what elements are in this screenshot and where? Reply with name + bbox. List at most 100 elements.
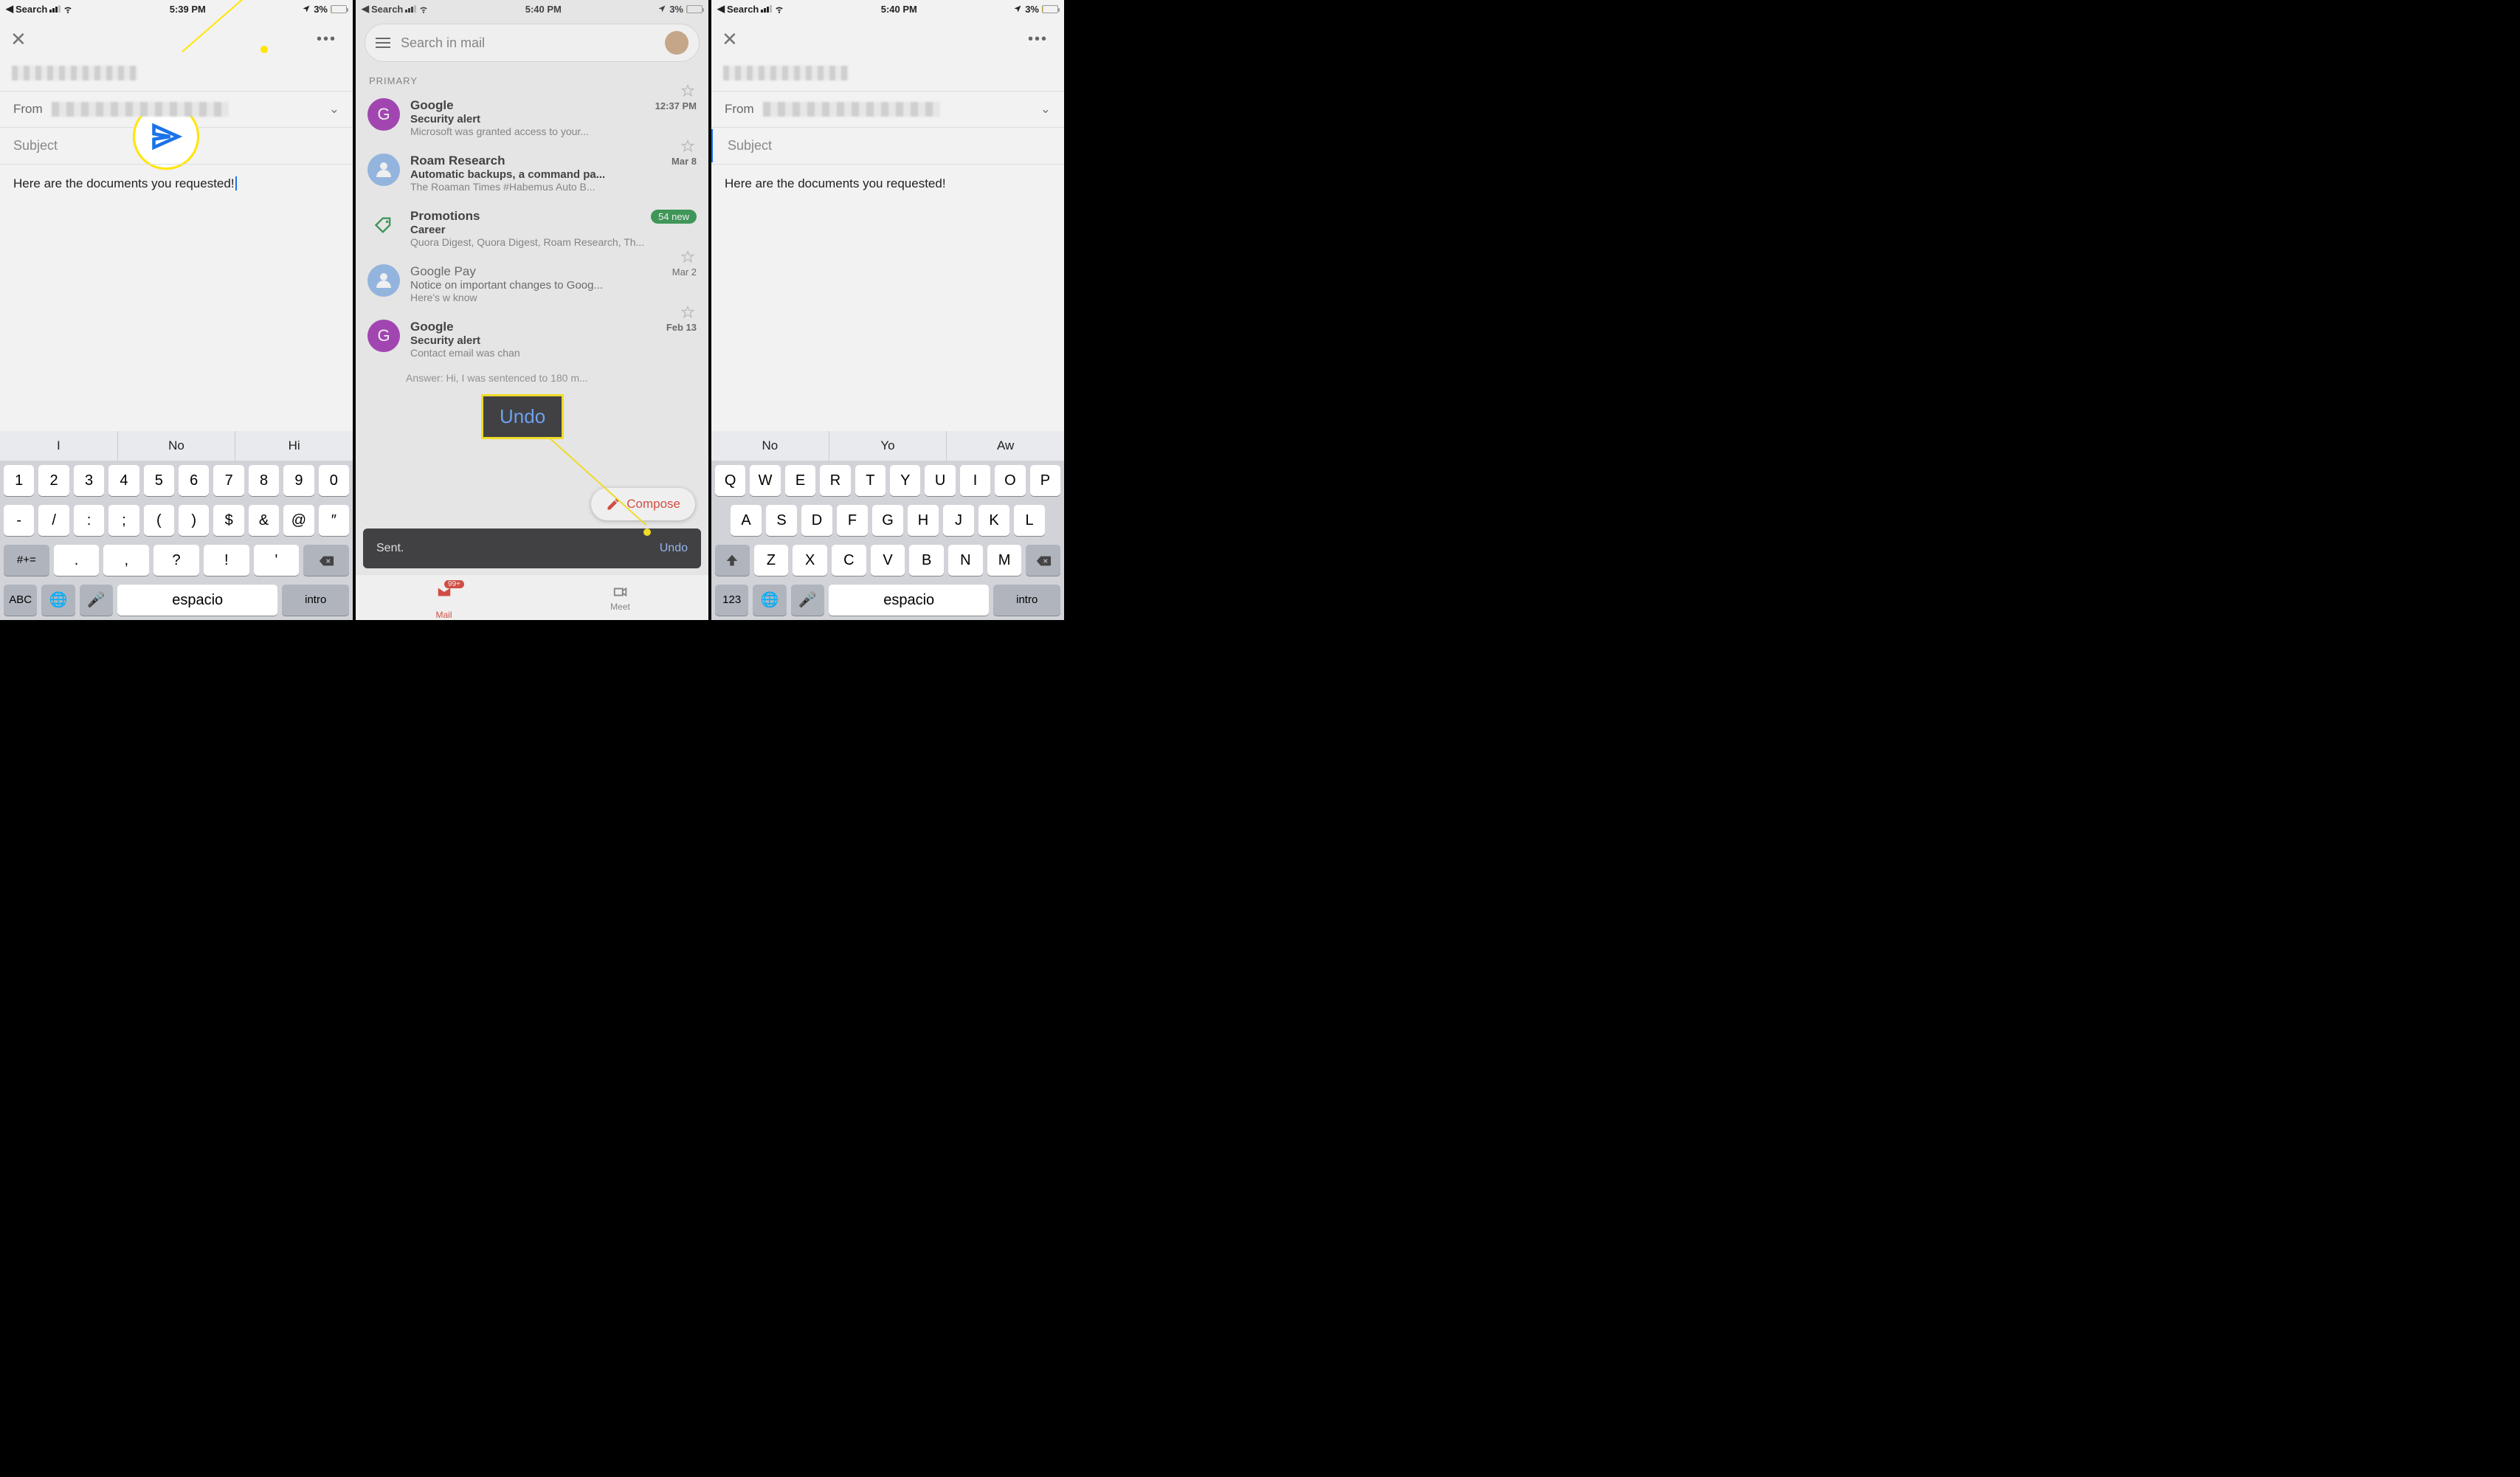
mic-key[interactable]: 🎤 — [80, 585, 113, 616]
backspace-key[interactable] — [303, 545, 349, 576]
globe-key[interactable]: 🌐 — [41, 585, 75, 616]
key-4[interactable]: 4 — [108, 465, 139, 496]
nav-meet[interactable]: Meet — [532, 575, 708, 620]
star-icon[interactable] — [680, 139, 695, 157]
key-U[interactable]: U — [925, 465, 955, 496]
key-Q[interactable]: Q — [715, 465, 745, 496]
predictive-bar: I No Hi — [0, 431, 353, 461]
key-Y[interactable]: Y — [890, 465, 920, 496]
panel-compose-send: ◀ Search 5:39 PM 3% ✕ ••• From ⌄ Subject — [0, 0, 356, 620]
keyboard[interactable]: I No Hi 1234567890 -/:;()$&@″ #+= . , ? … — [0, 431, 353, 620]
battery-icon — [331, 5, 347, 13]
key-O[interactable]: O — [995, 465, 1025, 496]
key-F[interactable]: F — [837, 505, 868, 536]
key-P[interactable]: P — [1030, 465, 1060, 496]
key-K[interactable]: K — [978, 505, 1009, 536]
close-icon[interactable]: ✕ — [10, 28, 27, 51]
key-E[interactable]: E — [785, 465, 815, 496]
backspace-key[interactable] — [1026, 545, 1060, 576]
nav-mail[interactable]: 99+ Mail — [356, 575, 532, 620]
key-6[interactable]: 6 — [179, 465, 209, 496]
shift-key[interactable] — [715, 545, 750, 576]
subject-input[interactable]: Subject — [711, 127, 1064, 164]
key-@[interactable]: @ — [283, 505, 314, 536]
mic-key[interactable]: 🎤 — [791, 585, 824, 616]
key-H[interactable]: H — [908, 505, 939, 536]
bottom-nav: 99+ Mail Meet — [356, 574, 708, 620]
key-I[interactable]: I — [960, 465, 990, 496]
enter-key[interactable]: intro — [993, 585, 1060, 616]
location-icon — [302, 4, 311, 13]
section-label: PRIMARY — [356, 68, 708, 92]
key-123[interactable]: 123 — [715, 585, 748, 616]
account-avatar[interactable] — [665, 31, 688, 55]
close-icon[interactable]: ✕ — [722, 28, 738, 51]
compose-toolbar: ✕ ••• — [0, 18, 353, 61]
key-G[interactable]: G — [872, 505, 903, 536]
key-3[interactable]: 3 — [74, 465, 104, 496]
key-R[interactable]: R — [820, 465, 850, 496]
key-2[interactable]: 2 — [38, 465, 69, 496]
mail-item[interactable]: Promotions54 newCareerQuora Digest, Quor… — [356, 203, 708, 258]
send-icon[interactable] — [299, 27, 311, 52]
key-9[interactable]: 9 — [283, 465, 314, 496]
key-symbols[interactable]: #+= — [4, 545, 49, 576]
key-1[interactable]: 1 — [4, 465, 34, 496]
more-icon[interactable]: ••• — [1022, 25, 1054, 54]
key-:[interactable]: : — [74, 505, 104, 536]
key-abc[interactable]: ABC — [4, 585, 37, 616]
redacted-from — [763, 102, 940, 117]
undo-link[interactable]: Undo — [660, 542, 688, 555]
search-bar[interactable]: Search in mail — [365, 24, 700, 62]
key-;[interactable]: ; — [108, 505, 139, 536]
status-time: 5:39 PM — [73, 4, 302, 15]
redacted-to — [12, 66, 137, 80]
key-&[interactable]: & — [249, 505, 279, 536]
mail-item[interactable]: GGoogle12:37 PMSecurity alertMicrosoft w… — [356, 92, 708, 148]
attach-icon[interactable] — [287, 27, 299, 52]
mail-item[interactable]: GGoogleFeb 13Security alertContact email… — [356, 314, 708, 369]
chevron-down-icon[interactable]: ⌄ — [1040, 102, 1051, 117]
star-icon[interactable] — [680, 83, 695, 102]
attach-icon[interactable] — [998, 27, 1010, 52]
space-key[interactable]: espacio — [829, 585, 989, 616]
enter-key[interactable]: intro — [282, 585, 349, 616]
key-D[interactable]: D — [801, 505, 832, 536]
compose-button[interactable]: Compose — [591, 488, 695, 520]
space-key[interactable]: espacio — [117, 585, 277, 616]
key-T[interactable]: T — [855, 465, 886, 496]
from-field[interactable]: From ⌄ — [711, 91, 1064, 127]
key-8[interactable]: 8 — [249, 465, 279, 496]
key--[interactable]: - — [4, 505, 34, 536]
key-S[interactable]: S — [766, 505, 797, 536]
status-bar: ◀ Search 5:39 PM 3% — [0, 0, 353, 18]
send-icon[interactable] — [1010, 27, 1022, 52]
star-icon[interactable] — [680, 305, 695, 323]
sent-toast: Sent. Undo — [363, 529, 701, 568]
signal-icon — [49, 5, 61, 13]
wifi-icon — [63, 4, 73, 14]
star-icon[interactable] — [680, 249, 695, 268]
key-W[interactable]: W — [750, 465, 780, 496]
chevron-down-icon[interactable]: ⌄ — [329, 102, 339, 117]
key-7[interactable]: 7 — [213, 465, 244, 496]
key-L[interactable]: L — [1014, 505, 1045, 536]
globe-key[interactable]: 🌐 — [753, 585, 786, 616]
key-J[interactable]: J — [943, 505, 974, 536]
key-0[interactable]: 0 — [319, 465, 349, 496]
key-A[interactable]: A — [731, 505, 762, 536]
key-)[interactable]: ) — [179, 505, 209, 536]
search-input[interactable]: Search in mail — [401, 35, 655, 51]
key-″[interactable]: ″ — [319, 505, 349, 536]
key-([interactable]: ( — [144, 505, 174, 536]
key-5[interactable]: 5 — [144, 465, 174, 496]
key-$[interactable]: $ — [213, 505, 244, 536]
hamburger-icon[interactable] — [376, 38, 390, 48]
keyboard[interactable]: No Yo Aw QWERTYUIOP ASDFGHJKL Z X C V B … — [711, 431, 1064, 620]
key-/[interactable]: / — [38, 505, 69, 536]
more-icon[interactable]: ••• — [311, 25, 342, 54]
mail-item[interactable]: Roam ResearchMar 8Automatic backups, a c… — [356, 148, 708, 203]
body-input[interactable]: Here are the documents you requested! — [0, 164, 353, 319]
mail-item[interactable]: Google PayMar 2Notice on important chang… — [356, 258, 708, 314]
body-input[interactable]: Here are the documents you requested! — [711, 164, 1064, 319]
